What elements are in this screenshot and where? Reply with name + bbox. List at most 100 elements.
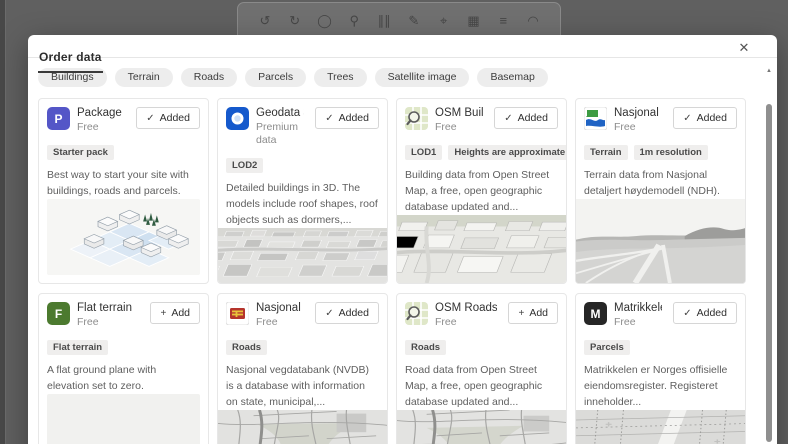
card-flat-terrain: F Flat terrain Free + Add Flat terrain A…: [38, 293, 209, 444]
tag-lod2: LOD2: [226, 158, 264, 173]
matrikkelen-preview-image: [576, 410, 745, 444]
card-price: Free: [435, 316, 457, 328]
check-icon: ✓: [325, 307, 334, 319]
osm-roads-preview-image: [397, 410, 566, 444]
added-button[interactable]: ✓ Added: [673, 302, 737, 324]
modal-title-tab[interactable]: Order data: [38, 50, 103, 73]
add-button[interactable]: + Add: [150, 302, 200, 324]
card-nasjonal-detaljert-hoydemodell: Nasjonal detaljert høyde... Free ✓ Added…: [575, 98, 746, 284]
order-data-modal: Order data ✕ Buildings Terrain Roads Par…: [28, 35, 777, 444]
card-description: A flat ground plane with elevation set t…: [47, 364, 157, 392]
toolbar-icon: ▦: [467, 13, 480, 28]
close-icon[interactable]: ✕: [736, 40, 752, 56]
card-title: Matrikkelen: [614, 302, 662, 314]
data-card-grid: P Package Free ✓ Added Starter pack Best…: [28, 87, 777, 444]
toolbar-icon: ⚲: [349, 13, 360, 28]
card-price: Free: [77, 316, 99, 328]
tag-flat-terrain: Flat terrain: [47, 340, 109, 355]
toolbar-icon: ↻: [289, 13, 301, 28]
nvdb-preview-image: [218, 410, 387, 444]
modal-header: Order data ✕: [28, 35, 777, 73]
toolbar-icon: ≡: [499, 13, 508, 28]
card-title: OSM Buildings: [435, 107, 484, 119]
check-icon: ✓: [683, 307, 692, 319]
tag-roads: Roads: [226, 340, 268, 355]
card-description: Road data from Open Street Map, a free, …: [405, 364, 543, 408]
package-icon: P: [47, 107, 70, 130]
card-price: Free: [77, 121, 99, 133]
tag-heights-approximate: Heights are approximate: [448, 145, 566, 160]
added-button[interactable]: ✓ Added: [136, 107, 200, 129]
card-title: Flat terrain: [77, 302, 132, 314]
card-price: Free: [256, 316, 278, 328]
tag-lod1: LOD1: [405, 145, 443, 160]
filter-chip-roads[interactable]: Roads: [180, 68, 238, 87]
osm-buildings-preview-image: [397, 215, 566, 283]
toolbar-icon: ✎: [408, 13, 420, 28]
toolbar-icon: ↺: [259, 13, 271, 28]
geodata-logo-icon: [226, 107, 249, 130]
osm-logo-icon: [405, 107, 428, 130]
toolbar-icon: ∥∥: [377, 13, 391, 28]
added-button[interactable]: ✓ Added: [315, 302, 379, 324]
card-title: OSM Roads: [435, 302, 498, 314]
matrikkelen-icon: M: [584, 302, 607, 325]
filter-chip-basemap[interactable]: Basemap: [477, 68, 548, 87]
card-title: Nasjonal detaljert høyde...: [614, 107, 662, 119]
tag-terrain: Terrain: [584, 145, 628, 160]
filter-chip-satellite-image[interactable]: Satellite image: [374, 68, 470, 87]
nvdb-logo-icon: [226, 302, 249, 325]
card-price: Premium data: [256, 121, 299, 146]
geodata-preview-image: [218, 228, 387, 283]
check-icon: ✓: [146, 112, 155, 124]
ndh-logo-icon: [584, 107, 607, 130]
filter-chip-parcels[interactable]: Parcels: [245, 68, 307, 87]
card-description: Terrain data from Nasjonal detaljert høy…: [584, 169, 720, 197]
tag-parcels: Parcels: [584, 340, 630, 355]
card-matrikkelen: M Matrikkelen Free ✓ Added Parcels Matri…: [575, 293, 746, 444]
filter-chip-row: Buildings Terrain Roads Parcels Trees Sa…: [28, 58, 777, 87]
card-description: Matrikkelen er Norges offisielle eiendom…: [584, 364, 728, 408]
check-icon: ✓: [325, 112, 334, 124]
toolbar-icon: ◯: [317, 13, 332, 28]
plus-icon: +: [518, 307, 525, 319]
add-button[interactable]: + Add: [508, 302, 558, 324]
tag-starter-pack: Starter pack: [47, 145, 114, 160]
card-description: Building data from Open Street Map, a fr…: [405, 169, 550, 213]
tag-roads: Roads: [405, 340, 447, 355]
modal-scrollbar[interactable]: ▲: [764, 62, 774, 444]
flat-terrain-icon: F: [47, 302, 70, 325]
card-price: Free: [435, 121, 457, 133]
card-title: Package: [77, 107, 122, 119]
added-button[interactable]: ✓ Added: [494, 107, 558, 129]
osm-logo-icon: [405, 302, 428, 325]
card-description: Best way to start your site with buildin…: [47, 169, 189, 197]
toolbar-icon: ◠: [527, 13, 539, 28]
background-sidebar-edge: [0, 0, 6, 444]
flat-terrain-preview-image: [47, 394, 200, 444]
card-price: Free: [614, 316, 636, 328]
card-osm-buildings: OSM Buildings Free ✓ Added LOD1 Heights …: [396, 98, 567, 284]
tag-1m-resolution: 1m resolution: [633, 145, 708, 160]
card-description: Nasjonal vegdatabank (NVDB) is a databas…: [226, 364, 369, 408]
added-button[interactable]: ✓ Added: [673, 107, 737, 129]
card-title: Nasjonal vegdatabank: [256, 302, 304, 314]
plus-icon: +: [160, 307, 167, 319]
card-description: Detailed buildings in 3D. The models inc…: [226, 182, 378, 226]
card-geodata-3d-buildings: Geodata 3D buildings Premium data ✓ Adde…: [217, 98, 388, 284]
filter-chip-terrain[interactable]: Terrain: [114, 68, 173, 87]
scrollbar-up-arrow-icon[interactable]: ▲: [764, 68, 774, 74]
ndh-preview-image: [576, 199, 745, 283]
card-title: Geodata 3D buildings: [256, 107, 304, 119]
package-preview-image: [47, 199, 200, 275]
card-package: P Package Free ✓ Added Starter pack Best…: [38, 98, 209, 284]
filter-chip-trees[interactable]: Trees: [314, 68, 367, 87]
card-nasjonal-vegdatabank: Nasjonal vegdatabank Free ✓ Added Roads …: [217, 293, 388, 444]
check-icon: ✓: [504, 112, 513, 124]
scrollbar-thumb[interactable]: [766, 104, 772, 442]
toolbar-icon: ⌖: [440, 13, 448, 28]
card-osm-roads: OSM Roads Free + Add Roads Road data fro…: [396, 293, 567, 444]
check-icon: ✓: [683, 112, 692, 124]
card-price: Free: [614, 121, 636, 133]
added-button[interactable]: ✓ Added: [315, 107, 379, 129]
